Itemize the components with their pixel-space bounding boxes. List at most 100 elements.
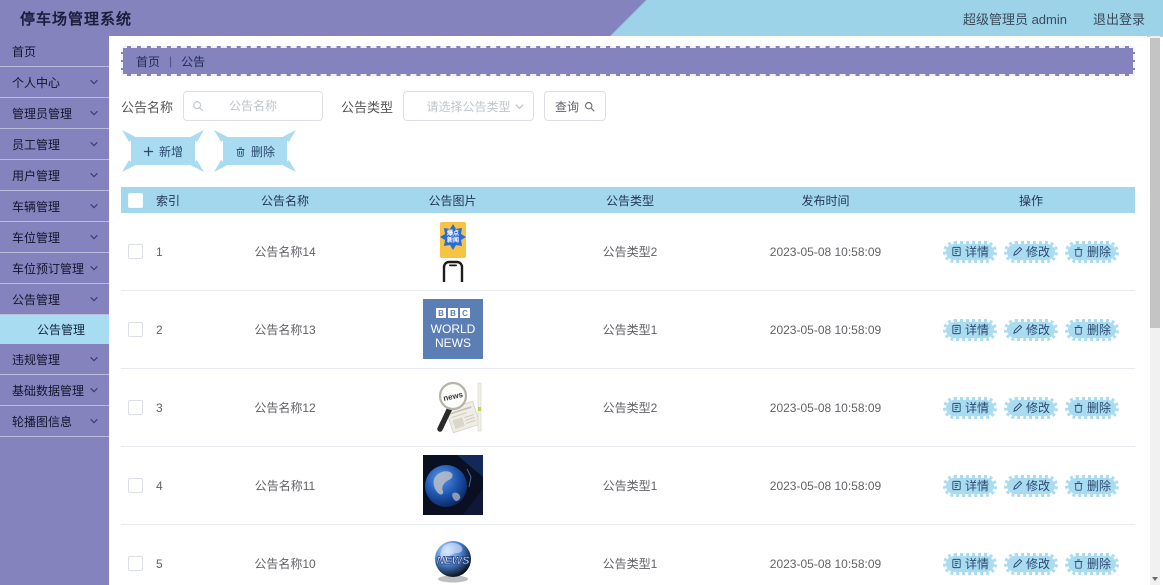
row-checkbox[interactable]: [127, 478, 143, 493]
edit-button[interactable]: 修改: [1003, 552, 1058, 575]
table-row: 5 公告名称10 NEWS 公告类型1 2023-05-08 10:58:09 …: [121, 525, 1135, 585]
sidebar-item[interactable]: 基础数据管理: [0, 375, 109, 406]
chevron-down-icon: [90, 418, 98, 424]
select-all-checkbox[interactable]: [127, 192, 143, 208]
detail-button-label: 详情: [964, 401, 989, 415]
row-delete-button[interactable]: 删除: [1065, 318, 1120, 341]
row-delete-button[interactable]: 删除: [1065, 474, 1120, 497]
scrollbar-down-arrow[interactable]: [1150, 572, 1160, 585]
svg-text:WORLD: WORLD: [430, 322, 475, 336]
svg-text:C: C: [462, 309, 468, 318]
row-index: 3: [156, 400, 163, 415]
add-button[interactable]: 新增: [122, 130, 204, 172]
sidebar-item[interactable]: 车辆管理: [0, 191, 109, 222]
row-checkbox[interactable]: [127, 556, 143, 571]
detail-button-label: 详情: [964, 479, 989, 493]
detail-button[interactable]: 详情: [942, 240, 997, 263]
trash-icon: [1074, 403, 1083, 413]
sidebar-item[interactable]: 轮播图信息: [0, 406, 109, 437]
table-header-checkbox-cell: [121, 192, 149, 208]
pen-icon: [1013, 558, 1023, 568]
announcement-image: B B C WORLD NEWS: [422, 299, 483, 360]
name-filter-input[interactable]: [184, 98, 323, 114]
trash-icon: [1074, 559, 1083, 569]
sidebar-item[interactable]: 用户管理: [0, 160, 109, 191]
table-header-cell: 公告名称: [260, 193, 309, 208]
row-checkbox[interactable]: [127, 322, 143, 337]
sidebar-item[interactable]: 车位预订管理: [0, 253, 109, 284]
row-checkbox[interactable]: [127, 400, 143, 415]
edit-button-label: 修改: [1025, 245, 1050, 259]
scrollbar-thumb[interactable]: [1150, 38, 1160, 328]
trash-icon: [1074, 247, 1083, 257]
row-delete-button[interactable]: 删除: [1065, 552, 1120, 575]
sidebar-item[interactable]: 个人中心: [0, 67, 109, 98]
svg-text:B: B: [450, 309, 456, 318]
row-name: 公告名称13: [254, 323, 316, 337]
row-time: 2023-05-08 10:58:09: [769, 556, 882, 571]
sidebar-item-label: 公告管理: [12, 292, 61, 307]
sidebar-item[interactable]: 车位管理: [0, 222, 109, 253]
detail-button-label: 详情: [964, 245, 989, 259]
toolbar: 新增 删除: [121, 130, 1135, 172]
breadcrumb: 首页 | 公告: [121, 46, 1135, 76]
row-actions: 详情 修改 删除: [927, 396, 1135, 419]
detail-button[interactable]: 详情: [942, 552, 997, 575]
row-actions: 详情 修改 删除: [927, 318, 1135, 341]
pen-icon: [1013, 324, 1023, 334]
plus-icon: [143, 146, 154, 156]
table-header-cell: 发布时间: [801, 193, 850, 208]
wing-decoration: [191, 130, 204, 142]
row-delete-button[interactable]: 删除: [1065, 396, 1120, 419]
document-icon: [952, 402, 961, 413]
edit-button[interactable]: 修改: [1003, 240, 1058, 263]
detail-button[interactable]: 详情: [942, 318, 997, 341]
edit-button[interactable]: 修改: [1003, 396, 1058, 419]
edit-button[interactable]: 修改: [1003, 474, 1058, 497]
wing-decoration: [214, 160, 227, 172]
logout-link[interactable]: 退出登录: [1093, 9, 1145, 28]
sidebar-item[interactable]: 首页: [0, 36, 109, 67]
sidebar-item-label: 员工管理: [12, 137, 61, 152]
row-time: 2023-05-08 10:58:09: [769, 244, 882, 259]
announcement-image: NEWS: [422, 533, 483, 585]
sidebar-item[interactable]: 管理员管理: [0, 98, 109, 129]
detail-button[interactable]: 详情: [942, 396, 997, 419]
wing-decoration: [122, 130, 135, 142]
detail-button-label: 详情: [964, 323, 989, 337]
sidebar-item-label: 车位预订管理: [12, 261, 85, 276]
row-name: 公告名称10: [254, 557, 316, 571]
sidebar-item[interactable]: 公告管理: [0, 284, 109, 315]
table-header-cell: 操作: [1018, 193, 1043, 208]
delete-button[interactable]: 删除: [214, 130, 296, 172]
table-header-cell: 索引: [156, 193, 181, 208]
breadcrumb-separator: |: [169, 54, 173, 68]
chevron-down-icon: [90, 387, 98, 393]
announcement-image: news: [422, 377, 483, 438]
detail-button[interactable]: 详情: [942, 474, 997, 497]
sidebar-item[interactable]: 违规管理: [0, 344, 109, 375]
pen-icon: [1013, 402, 1023, 412]
sidebar-item[interactable]: 员工管理: [0, 129, 109, 160]
wing-decoration: [122, 160, 135, 172]
query-button[interactable]: 查询: [544, 91, 607, 121]
type-filter-select[interactable]: 请选择公告类型: [403, 91, 535, 121]
row-checkbox[interactable]: [127, 244, 143, 259]
row-delete-button[interactable]: 删除: [1065, 240, 1120, 263]
name-filter-field: [183, 91, 324, 121]
table-row: 4 公告名称11 公告类型1 2023-05-08 10:58:09 详情 修改…: [121, 447, 1135, 525]
sidebar-item-label: 轮播图信息: [12, 414, 73, 429]
sidebar-item-label: 管理员管理: [12, 106, 73, 121]
breadcrumb-home[interactable]: 首页: [136, 53, 160, 70]
chevron-down-icon: [90, 79, 98, 85]
query-button-label: 查询: [555, 99, 580, 114]
sidebar-item-label: 基础数据管理: [12, 383, 85, 398]
announcement-image: [422, 455, 483, 516]
type-filter-placeholder: 请选择公告类型: [426, 99, 511, 114]
sidebar-item-label: 个人中心: [12, 75, 61, 90]
chevron-down-icon: [90, 265, 98, 271]
announcement-table: 索引 公告名称 公告图片 公告类型 发布时间 操作 1 公告名称14 爆点 新闻 公告类型2…: [121, 187, 1135, 585]
table-row: 3 公告名称12 news 公告类型2 2023-05-08 10:58:09 …: [121, 369, 1135, 447]
edit-button[interactable]: 修改: [1003, 318, 1058, 341]
sidebar-subitem[interactable]: 公告管理: [0, 315, 109, 344]
